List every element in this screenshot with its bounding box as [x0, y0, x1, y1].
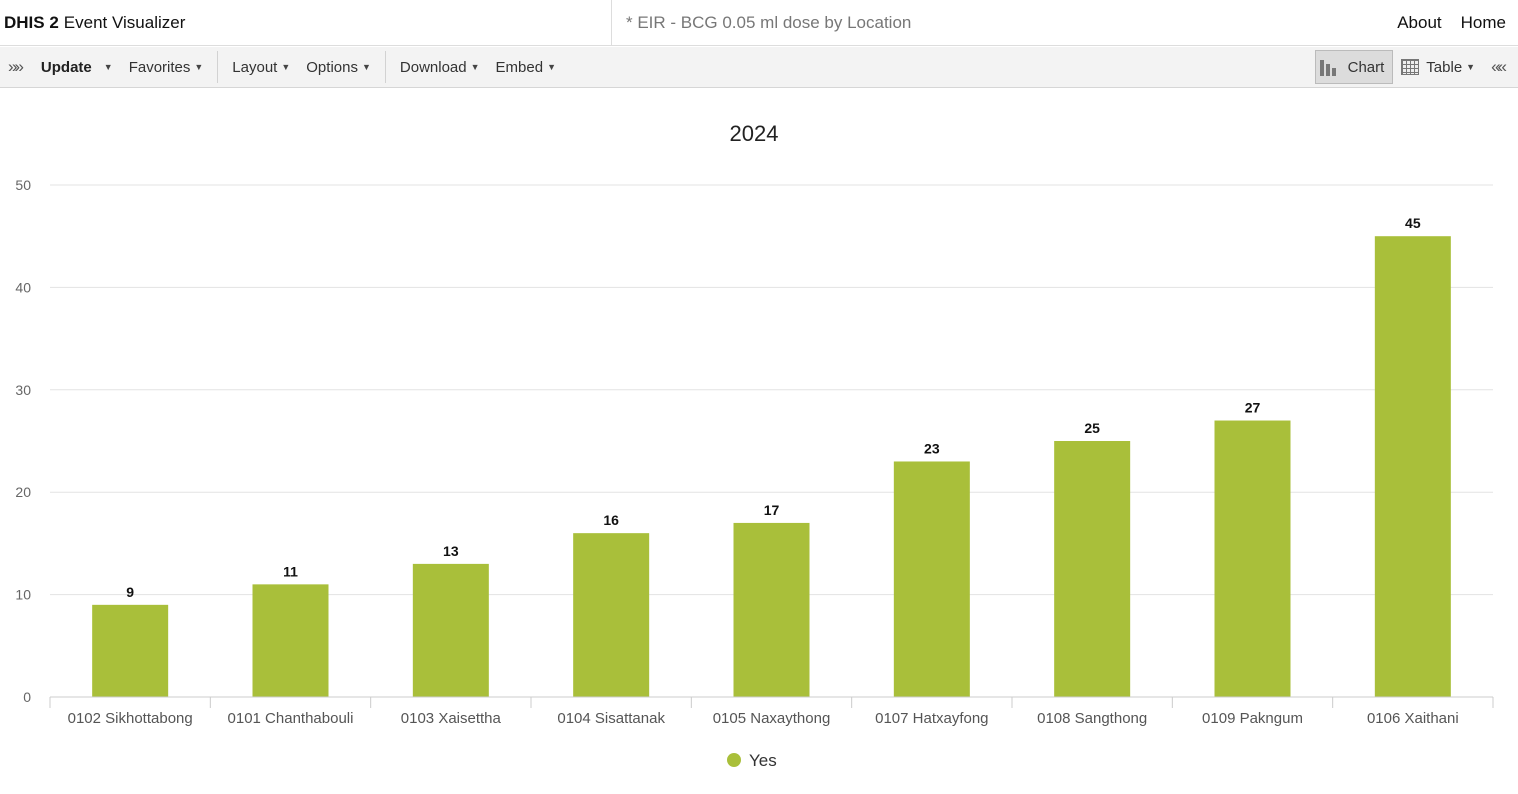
y-axis: 0 10 20 30 40 50	[15, 177, 31, 705]
y-tick-label: 0	[23, 689, 31, 705]
x-tick-label: 0105 Naxaythong	[713, 710, 831, 727]
x-tick-label: 0107 Hatxayfong	[875, 710, 988, 727]
brand-name: DHIS 2	[4, 12, 59, 32]
collapse-panel-icon[interactable]: ««	[1483, 47, 1518, 88]
chart-view-button[interactable]: Chart	[1314, 50, 1394, 84]
options-label: Options	[306, 58, 358, 76]
download-label: Download	[399, 58, 467, 76]
data-label: 23	[924, 440, 940, 456]
bar[interactable]	[252, 584, 329, 697]
x-tick-label: 0103 Xaisettha	[401, 710, 502, 727]
options-menu[interactable]: Options ▼	[298, 47, 379, 88]
data-label: 9	[126, 584, 134, 600]
x-tick-label: 0109 Pakngum	[1202, 710, 1303, 727]
chart-view-label: Chart	[1347, 58, 1385, 76]
app-name: Event Visualizer	[63, 12, 186, 32]
y-tick-label: 40	[15, 279, 31, 295]
bar[interactable]	[1374, 236, 1451, 697]
app-header: DHIS 2 Event Visualizer * EIR - BCG 0.05…	[0, 0, 1518, 46]
about-link[interactable]: About	[1397, 13, 1441, 33]
bar[interactable]	[733, 522, 810, 697]
table-view-label: Table	[1426, 58, 1463, 76]
embed-menu[interactable]: Embed ▼	[488, 47, 564, 88]
legend-label: Yes	[749, 751, 777, 770]
data-label: 45	[1405, 215, 1421, 231]
app-brand: DHIS 2 Event Visualizer	[0, 0, 612, 46]
chevron-down-icon: ▼	[1466, 62, 1476, 72]
download-menu[interactable]: Download ▼	[392, 47, 488, 88]
chevron-down-icon: ▼	[470, 62, 480, 72]
data-label: 16	[603, 512, 619, 528]
x-tick-label: 0104 Sisattanak	[557, 710, 665, 727]
toolbar: »» Update ▼ Favorites ▼ Layout ▼ Options…	[0, 47, 1518, 88]
bar[interactable]	[92, 604, 169, 697]
chevron-down-icon: ▼	[281, 62, 291, 72]
chart-legend[interactable]: Yes	[727, 751, 777, 770]
legend-marker	[727, 753, 741, 767]
expand-panel-icon[interactable]: »»	[0, 47, 35, 88]
table-view-menu[interactable]: Table ▼	[1393, 47, 1483, 88]
toolbar-divider	[384, 51, 386, 83]
top-links: About Home	[1397, 13, 1518, 33]
chevron-down-icon: ▼	[547, 62, 556, 72]
update-button[interactable]: Update ▼	[35, 47, 121, 88]
favorites-label: Favorites	[128, 58, 191, 76]
layout-label: Layout	[232, 58, 278, 76]
chevron-down-icon: ▼	[194, 62, 204, 72]
x-axis: 0102 Sikhottabong 0101 Chanthabouli 0103 X…	[49, 696, 1494, 727]
x-tick-label: 0106 Xaithani	[1367, 710, 1459, 727]
favorites-menu[interactable]: Favorites ▼	[121, 47, 212, 88]
y-tick-label: 10	[15, 587, 31, 603]
data-label: 13	[443, 543, 459, 559]
bar-chart-icon	[1319, 58, 1340, 76]
x-tick-label: 0108 Sangthong	[1037, 710, 1147, 727]
y-tick-label: 50	[15, 177, 31, 193]
x-tick-label: 0102 Sikhottabong	[68, 710, 193, 727]
embed-label: Embed	[495, 58, 544, 76]
layout-menu[interactable]: Layout ▼	[224, 47, 298, 88]
y-tick-label: 20	[15, 484, 31, 500]
chart-area: 2024 0 10 20 30 40 50 9 11 13 16 17 23 25 27 45 0102 …	[0, 88, 1518, 789]
chart-title: 2024	[730, 121, 779, 146]
chevron-down-icon: ▼	[361, 62, 371, 72]
toolbar-divider	[217, 51, 219, 83]
data-label: 27	[1245, 400, 1261, 416]
bar[interactable]	[1054, 441, 1131, 697]
data-label: 11	[283, 563, 298, 579]
bar-chart: 2024 0 10 20 30 40 50 9 11 13 16 17 23 25 27 45 0102 …	[15, 121, 1494, 770]
home-link[interactable]: Home	[1461, 13, 1506, 33]
data-label: 25	[1084, 420, 1100, 436]
bar[interactable]	[573, 533, 650, 697]
chevron-down-icon: ▼	[103, 62, 113, 72]
bar[interactable]	[412, 563, 489, 697]
bar[interactable]	[893, 461, 970, 697]
y-tick-label: 30	[15, 382, 31, 398]
table-grid-icon	[1401, 59, 1420, 75]
data-label: 17	[764, 502, 780, 518]
bar[interactable]	[1214, 420, 1291, 697]
update-label: Update	[40, 58, 92, 76]
x-tick-label: 0101 Chanthabouli	[228, 710, 354, 727]
favorite-title: * EIR - BCG 0.05 ml dose by Location	[626, 12, 912, 32]
